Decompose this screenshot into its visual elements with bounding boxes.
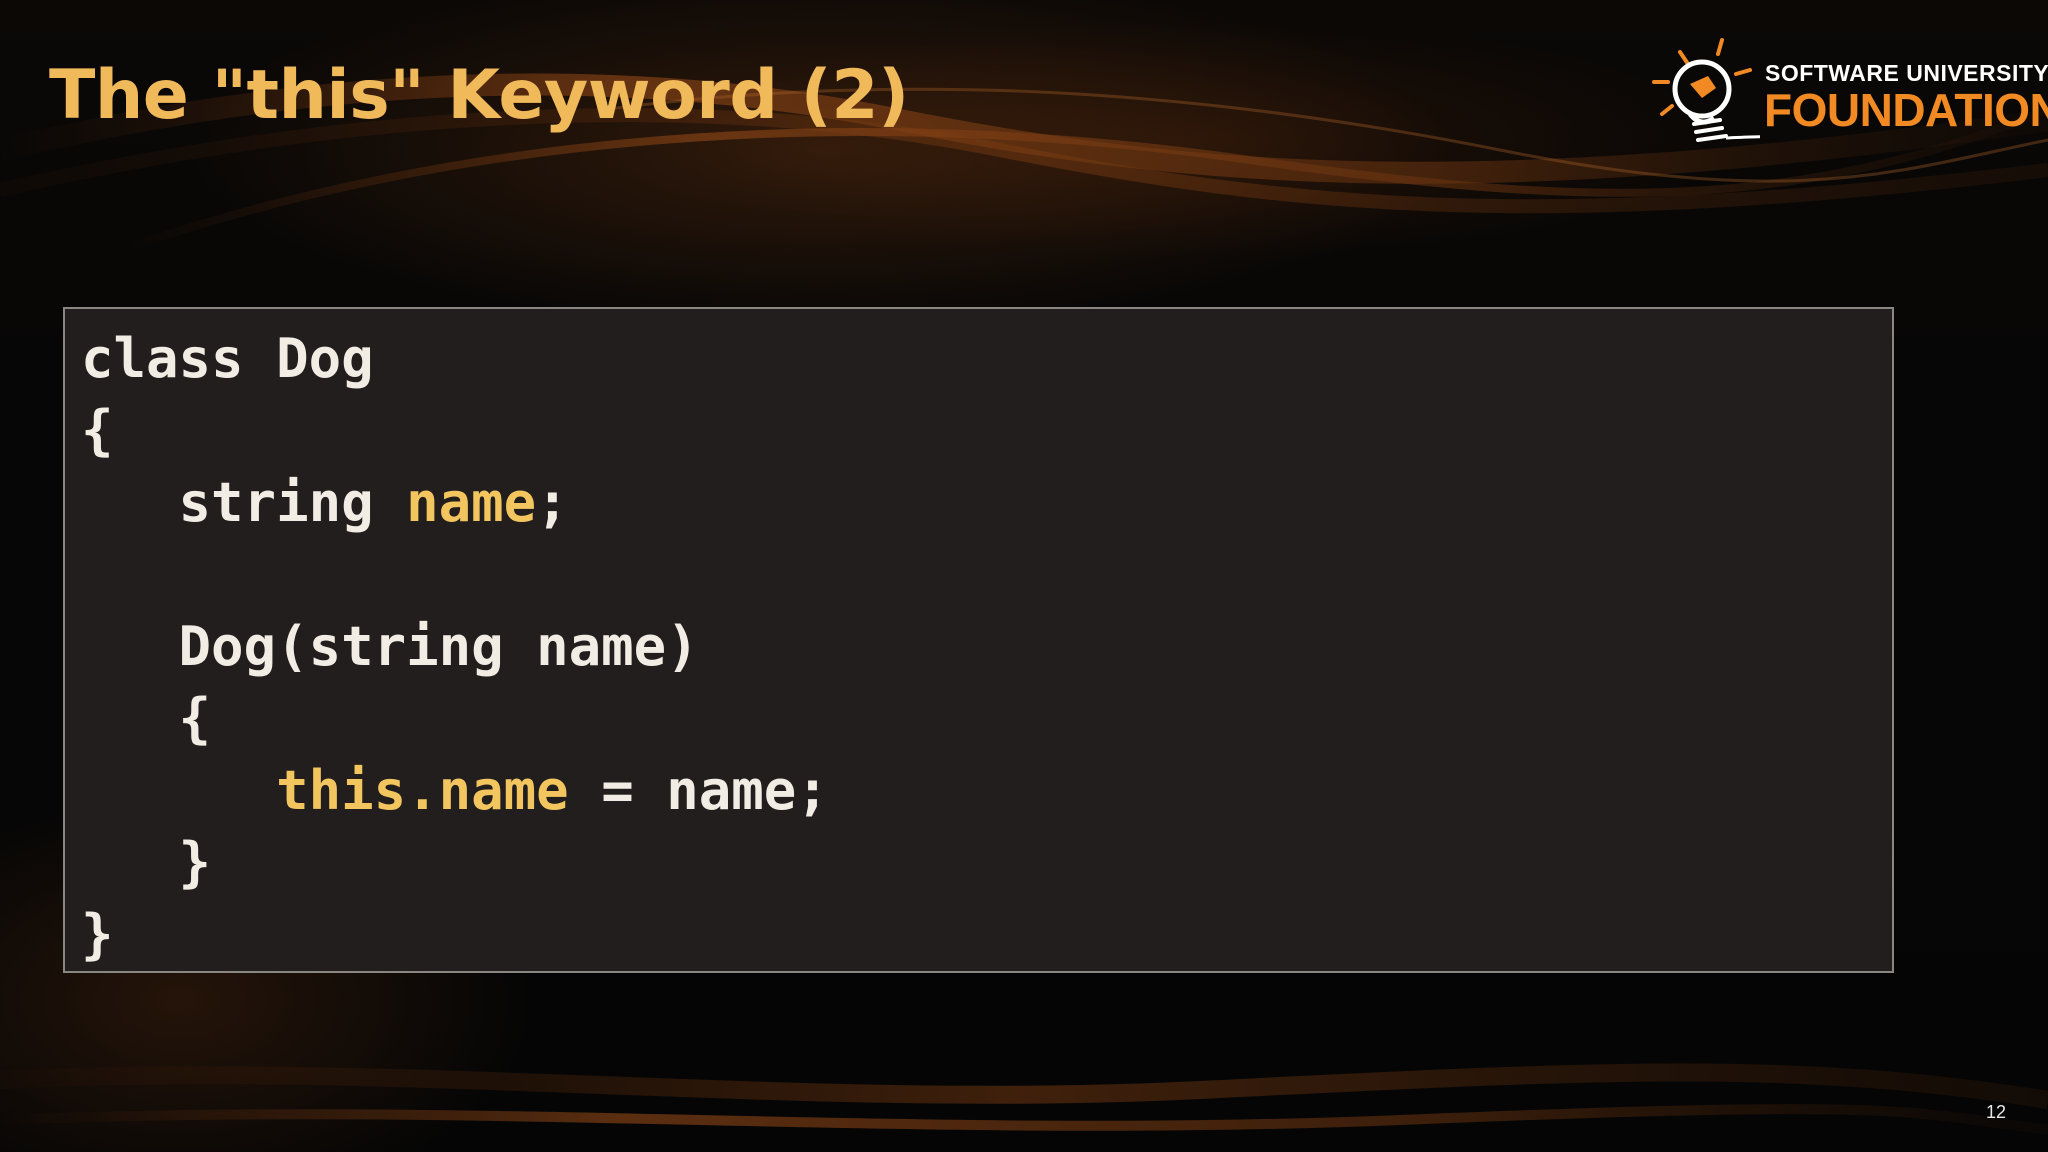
slide-title: The "this" Keyword (2) [49, 56, 909, 135]
lightbulb-icon [1652, 38, 1760, 142]
code-token: string [81, 471, 407, 534]
code-token: class Dog [81, 327, 374, 390]
code-line: string name; [81, 467, 829, 539]
code-line: class Dog [81, 323, 829, 395]
slide: The "this" Keyword (2) SOFTWARE UNIVERSI… [0, 0, 2048, 1152]
software-university-logo: SOFTWARE UNIVERSITY FOUNDATION [1650, 34, 2048, 154]
page-number: 12 [1986, 1102, 2007, 1122]
code-token: } [81, 831, 212, 894]
code-line: } [81, 899, 829, 971]
code-line: Dog(string name) [81, 611, 829, 683]
code-content: class Dog { string name; Dog(string name)… [81, 323, 829, 971]
logo-text-top: SOFTWARE UNIVERSITY [1765, 60, 2048, 86]
code-token-highlight: name [406, 471, 537, 534]
code-token-highlight: this.name [276, 759, 569, 822]
code-line: { [81, 683, 829, 755]
code-token: ; [536, 471, 569, 534]
code-token: { [81, 687, 212, 750]
code-token: = name; [568, 759, 829, 822]
code-line: this.name = name; [81, 755, 829, 827]
code-token: } [81, 903, 114, 966]
logo-text-foundation: FOUNDATION [1764, 84, 2048, 136]
code-line: } [81, 827, 829, 899]
code-block: class Dog { string name; Dog(string name)… [63, 307, 1894, 973]
code-token: { [81, 399, 114, 462]
code-line: { [81, 395, 829, 467]
code-token: Dog(string name) [81, 615, 699, 678]
